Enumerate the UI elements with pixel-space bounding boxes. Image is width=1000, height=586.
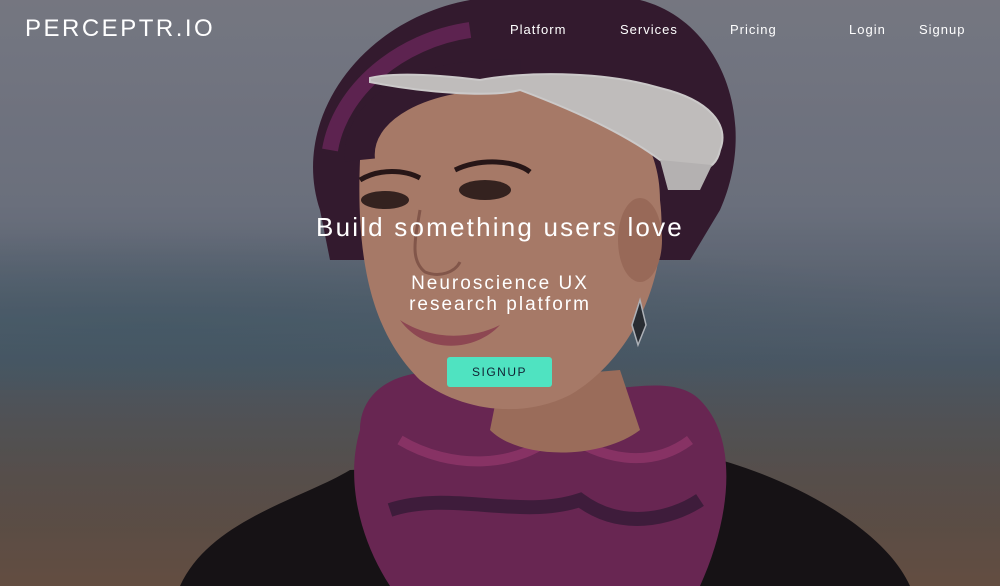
nav-services-link[interactable]: Services bbox=[620, 22, 678, 37]
brand-logo[interactable]: PERCEPTR.IO bbox=[25, 15, 215, 43]
hero-subheadline: Neuroscience UX research platform bbox=[409, 273, 591, 315]
nav-login-link[interactable]: Login bbox=[849, 22, 886, 37]
top-nav: PERCEPTR.IO Platform Services Pricing Lo… bbox=[0, 0, 1000, 60]
hero-section: PERCEPTR.IO Platform Services Pricing Lo… bbox=[0, 0, 1000, 586]
nav-pricing-link[interactable]: Pricing bbox=[730, 22, 777, 37]
nav-platform-link[interactable]: Platform bbox=[510, 22, 566, 37]
hero-headline: Build something users love bbox=[316, 212, 684, 242]
nav-signup-link[interactable]: Signup bbox=[919, 22, 965, 37]
signup-cta-button[interactable]: SIGNUP bbox=[447, 357, 552, 387]
